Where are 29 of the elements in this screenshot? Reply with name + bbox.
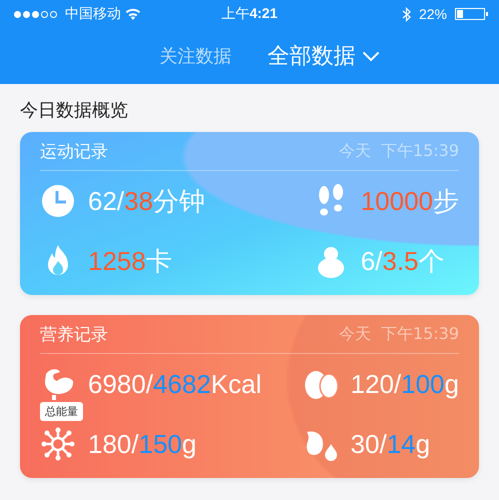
stat-value: 6/3.5个 bbox=[360, 244, 445, 278]
molecule-icon bbox=[40, 426, 76, 462]
card-day: 今天 bbox=[338, 140, 371, 162]
card-time: 下午15:39 bbox=[380, 140, 459, 162]
card-title: 营养记录 bbox=[40, 324, 109, 346]
bluetooth-icon bbox=[402, 6, 411, 22]
stat-value: 10000步 bbox=[360, 184, 459, 218]
stat-value: 62/38分钟 bbox=[88, 184, 206, 218]
carrier-name: 中国移动 bbox=[65, 5, 121, 23]
card-time: 下午15:39 bbox=[380, 324, 459, 344]
stat-value: 180/150g bbox=[88, 428, 196, 460]
chevron-down-icon bbox=[362, 50, 380, 62]
stat-value: 6980/4682Kcal bbox=[88, 368, 262, 400]
battery-icon bbox=[455, 8, 485, 20]
stat-value: 1258卡 bbox=[88, 244, 172, 278]
card-day: 今天 bbox=[338, 324, 371, 344]
section-title: 今日数据概览 bbox=[19, 99, 129, 123]
wifi-icon bbox=[125, 8, 141, 20]
status-time: 上午4:21 bbox=[221, 5, 278, 23]
card-title: 运动记录 bbox=[40, 140, 109, 162]
nav-tab[interactable]: 全部数据 bbox=[268, 41, 380, 71]
record-card[interactable]: 运动记录 今天 下午15:39 62/38分钟 10000步 1258卡 6/3.5个 bbox=[20, 132, 479, 295]
battery-percent: 22% bbox=[418, 6, 447, 22]
stat-value: 30/14g bbox=[350, 428, 430, 460]
nav-tab[interactable]: 关注数据 bbox=[160, 44, 232, 68]
clock-icon bbox=[40, 183, 76, 219]
record-card[interactable]: 营养记录 今天 下午15:39 6980/4682Kcal 总能量 120/100g 180/150g 30/14g bbox=[20, 315, 479, 478]
stat-value: 120/100g bbox=[350, 368, 459, 400]
tooltip: 总能量 bbox=[40, 402, 83, 421]
